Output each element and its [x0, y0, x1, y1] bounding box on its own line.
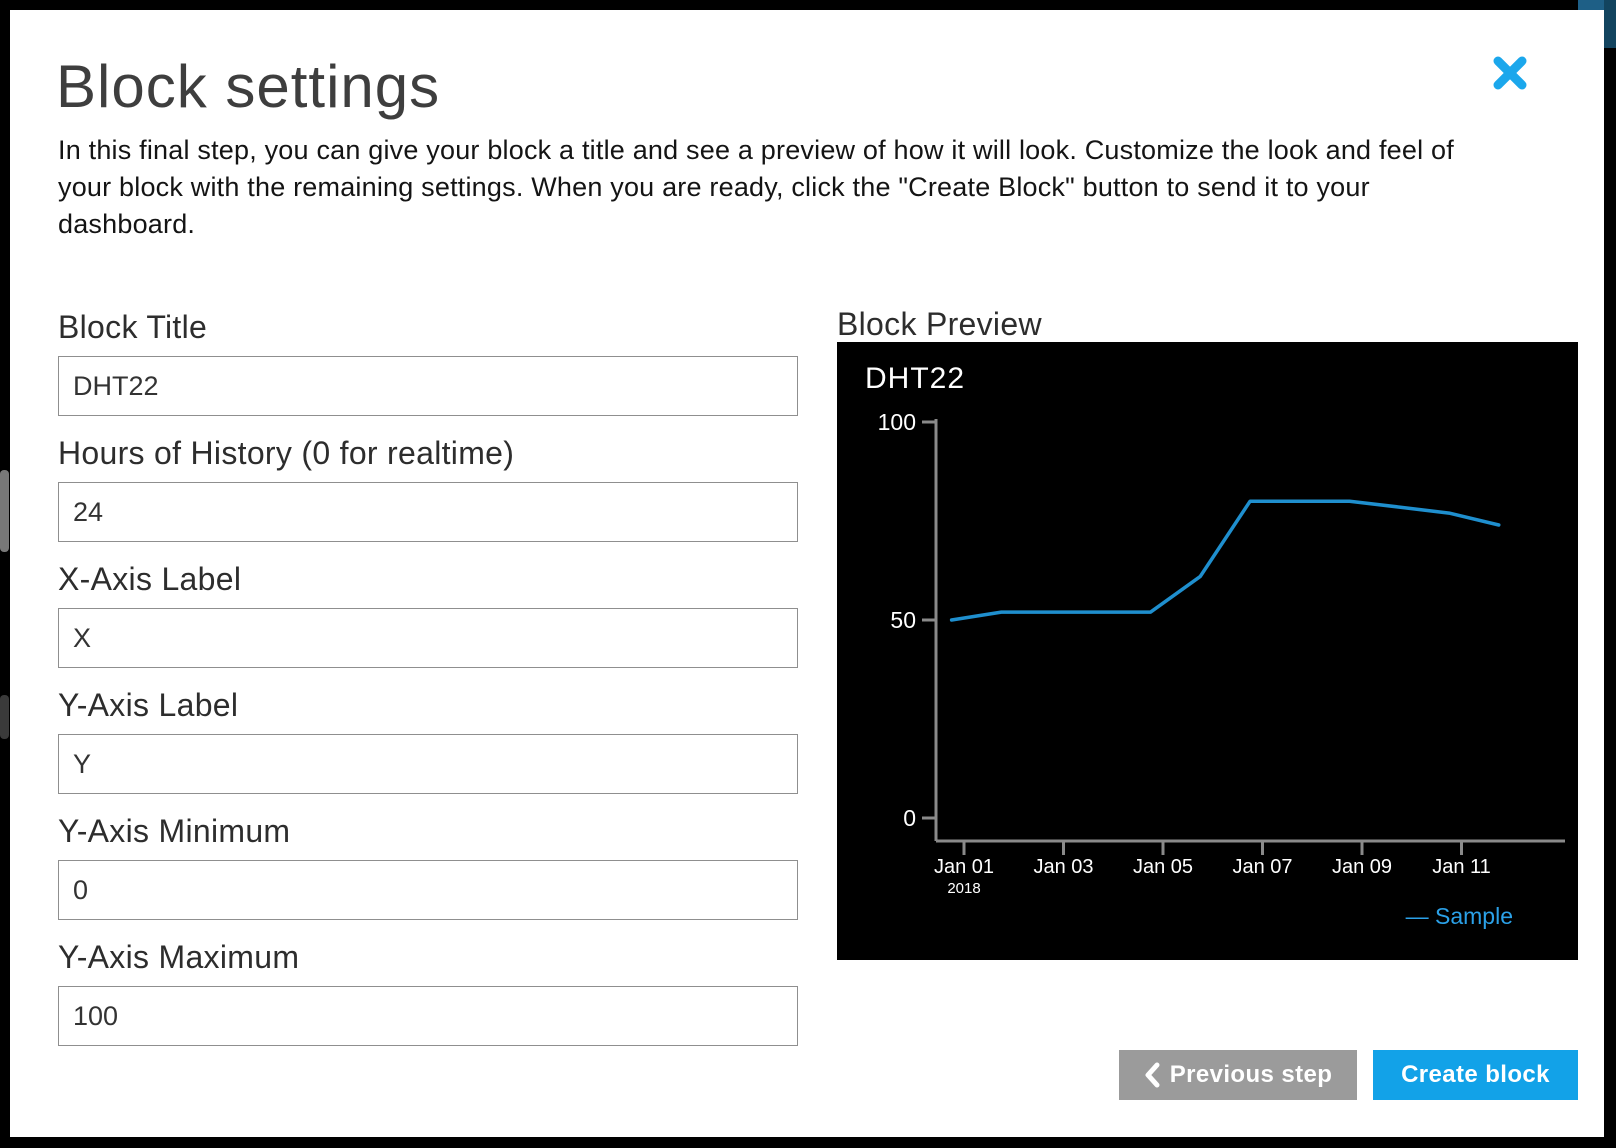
svg-text:Jan 11: Jan 11 [1432, 856, 1491, 878]
field-y-axis-maximum: Y-Axis Maximum [58, 940, 798, 1046]
y-axis-minimum-input[interactable] [58, 860, 798, 920]
field-hours-of-history: Hours of History (0 for realtime) [58, 436, 798, 542]
svg-text:Jan 07: Jan 07 [1232, 856, 1292, 878]
previous-step-label: Previous step [1170, 1061, 1333, 1089]
hours-of-history-label: Hours of History (0 for realtime) [58, 436, 798, 470]
y-axis-label-input[interactable] [58, 734, 798, 794]
block-settings-modal: Block settings In this final step, you c… [10, 10, 1604, 1137]
modal-description: In this final step, you can give your bl… [58, 132, 1510, 243]
close-icon [1492, 55, 1528, 91]
svg-text:50: 50 [890, 607, 916, 633]
y-axis-maximum-input[interactable] [58, 986, 798, 1046]
create-block-button[interactable]: Create block [1373, 1050, 1578, 1100]
svg-text:— Sample: — Sample [1406, 903, 1513, 929]
svg-text:100: 100 [878, 409, 916, 435]
previous-step-button[interactable]: Previous step [1119, 1050, 1357, 1100]
close-button[interactable] [1490, 54, 1530, 94]
svg-text:Jan 05: Jan 05 [1133, 856, 1193, 878]
page-background: Block settings In this final step, you c… [0, 0, 1616, 1148]
block-title-label: Block Title [58, 310, 798, 344]
y-axis-minimum-label: Y-Axis Minimum [58, 814, 798, 848]
y-axis-label-label: Y-Axis Label [58, 688, 798, 722]
hours-of-history-input[interactable] [58, 482, 798, 542]
y-axis-maximum-label: Y-Axis Maximum [58, 940, 798, 974]
svg-text:0: 0 [903, 805, 916, 831]
background-artifact [1604, 0, 1616, 48]
create-block-label: Create block [1401, 1061, 1550, 1089]
modal-title: Block settings [56, 52, 440, 121]
block-preview: DHT22 0 50 100 Jan 01 2018 Jan 03 Jan 05 Jan 07 J… [837, 342, 1578, 960]
chevron-left-icon [1144, 1062, 1160, 1088]
block-preview-heading: Block Preview [837, 306, 1042, 343]
background-artifact [0, 470, 9, 552]
field-y-axis-minimum: Y-Axis Minimum [58, 814, 798, 920]
svg-text:Jan 09: Jan 09 [1332, 856, 1392, 878]
block-preview-chart: DHT22 0 50 100 Jan 01 2018 Jan 03 Jan 05 Jan 07 J… [837, 342, 1578, 960]
field-block-title: Block Title [58, 310, 798, 416]
svg-text:Jan 03: Jan 03 [1033, 856, 1093, 878]
field-x-axis-label: X-Axis Label [58, 562, 798, 668]
svg-text:2018: 2018 [947, 880, 980, 897]
svg-text:Jan 01: Jan 01 [934, 856, 994, 878]
block-title-input[interactable] [58, 356, 798, 416]
x-axis-label-input[interactable] [58, 608, 798, 668]
field-y-axis-label: Y-Axis Label [58, 688, 798, 794]
x-axis-label-label: X-Axis Label [58, 562, 798, 596]
svg-text:DHT22: DHT22 [865, 362, 965, 395]
background-artifact [0, 695, 9, 739]
